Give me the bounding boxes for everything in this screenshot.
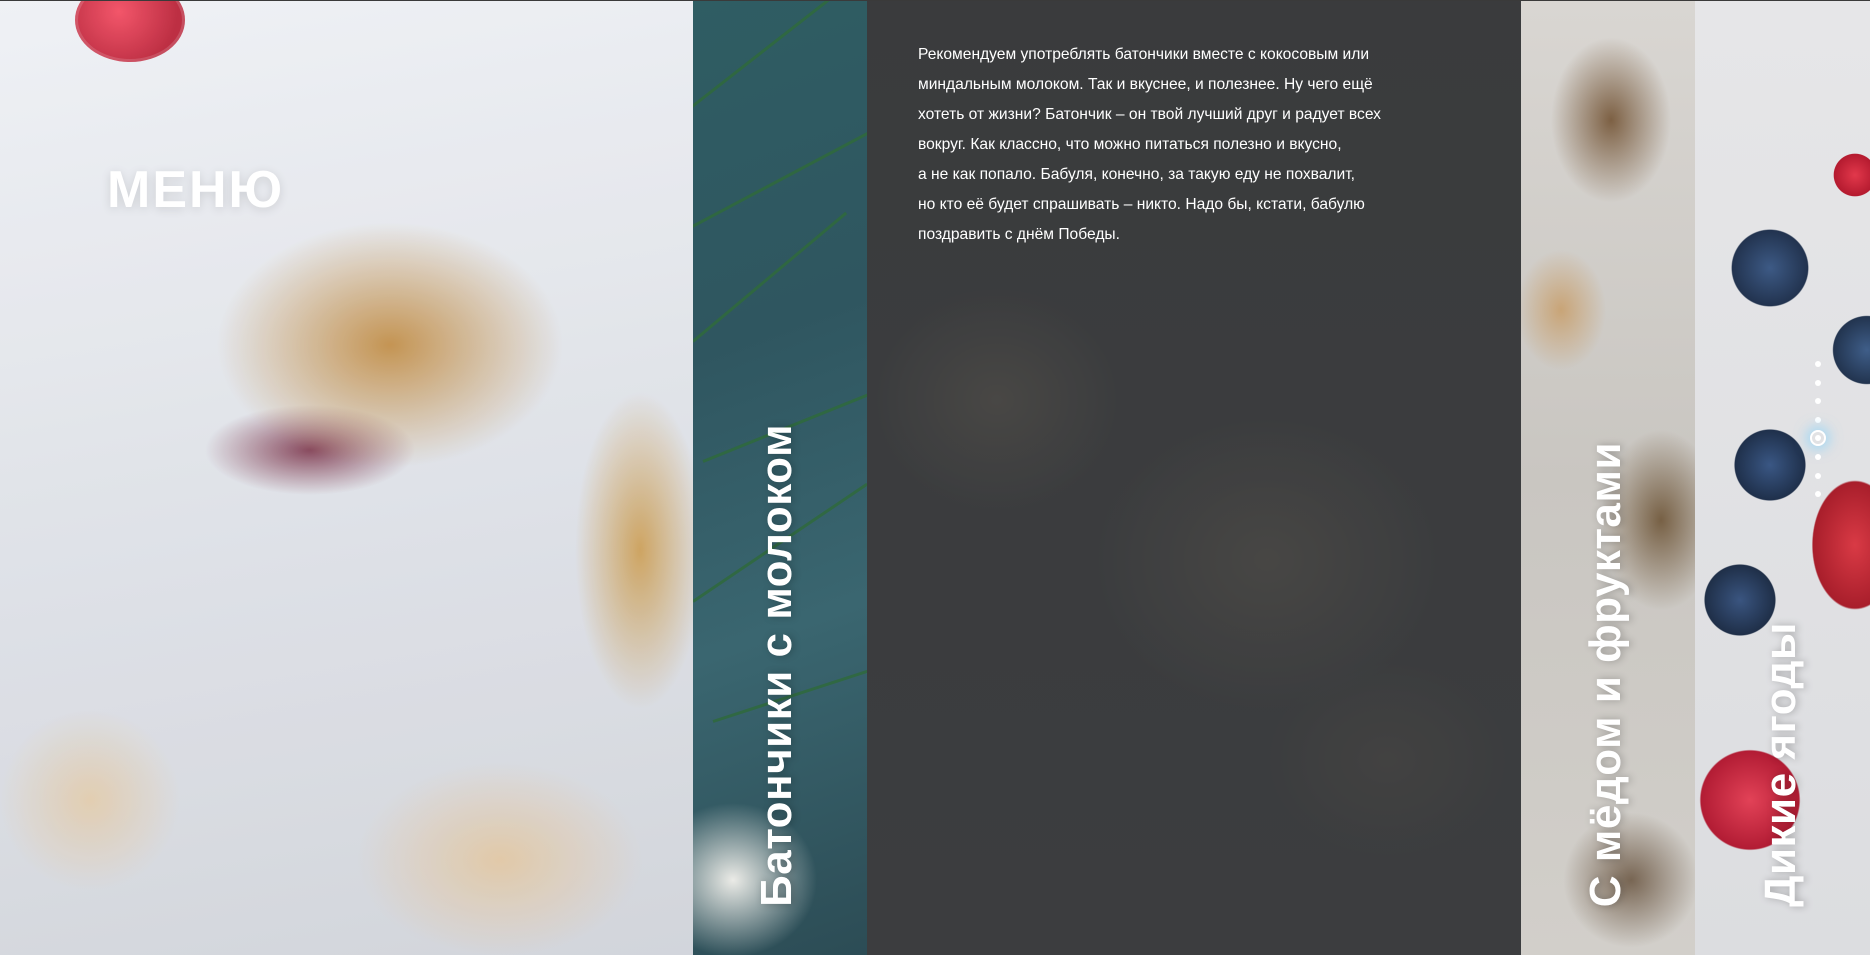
panel-milk-bars[interactable]: Батончики с молоком xyxy=(693,0,867,955)
raspberry-image xyxy=(75,0,185,62)
description-line: поздравить с днём Победы. xyxy=(918,226,1120,243)
menu-page: МЕНЮ Батончики с молоком Рекомендуем упо… xyxy=(0,0,1870,955)
pager-dot[interactable] xyxy=(1815,361,1821,367)
panel-title-honey[interactable]: С мёдом и фруктами xyxy=(1581,442,1631,907)
description-line: хотеть от жизни? Батончик – он твой лучш… xyxy=(918,106,1381,123)
palm-leaf-image xyxy=(693,211,848,343)
panel-description: Рекомендуем употреблять батончики вместе… xyxy=(867,0,1521,955)
panel-title-milk[interactable]: Батончики с молоком xyxy=(752,424,802,907)
pager-dot[interactable] xyxy=(1815,472,1821,479)
panel-honey-fruits[interactable]: С мёдом и фруктами xyxy=(1521,0,1695,955)
description-line: а не как попало. Бабуля, конечно, за так… xyxy=(918,166,1355,183)
panel-wild-berries[interactable]: Дикие ягоды xyxy=(1695,0,1870,955)
panel-title-berries[interactable]: Дикие ягоды xyxy=(1756,622,1806,907)
description-line: вокруг. Как классно, что можно питаться … xyxy=(918,136,1342,153)
menu-hero-panel: МЕНЮ xyxy=(0,0,693,955)
pager-dot[interactable] xyxy=(1815,379,1821,386)
pager-dot[interactable] xyxy=(1815,416,1821,423)
description-line: миндальным молоком. Так и вкуснее, и пол… xyxy=(918,76,1373,93)
description-line: Рекомендуем употреблять батончики вместе… xyxy=(918,46,1370,63)
description-line: но кто её будет спрашивать – никто. Надо… xyxy=(918,196,1365,213)
page-title: МЕНЮ xyxy=(107,161,285,219)
palm-leaf-image xyxy=(693,0,832,123)
top-border xyxy=(0,0,1870,1)
pager-dot[interactable] xyxy=(1815,454,1821,460)
description-text: Рекомендуем употреблять батончики вместе… xyxy=(918,40,1438,250)
